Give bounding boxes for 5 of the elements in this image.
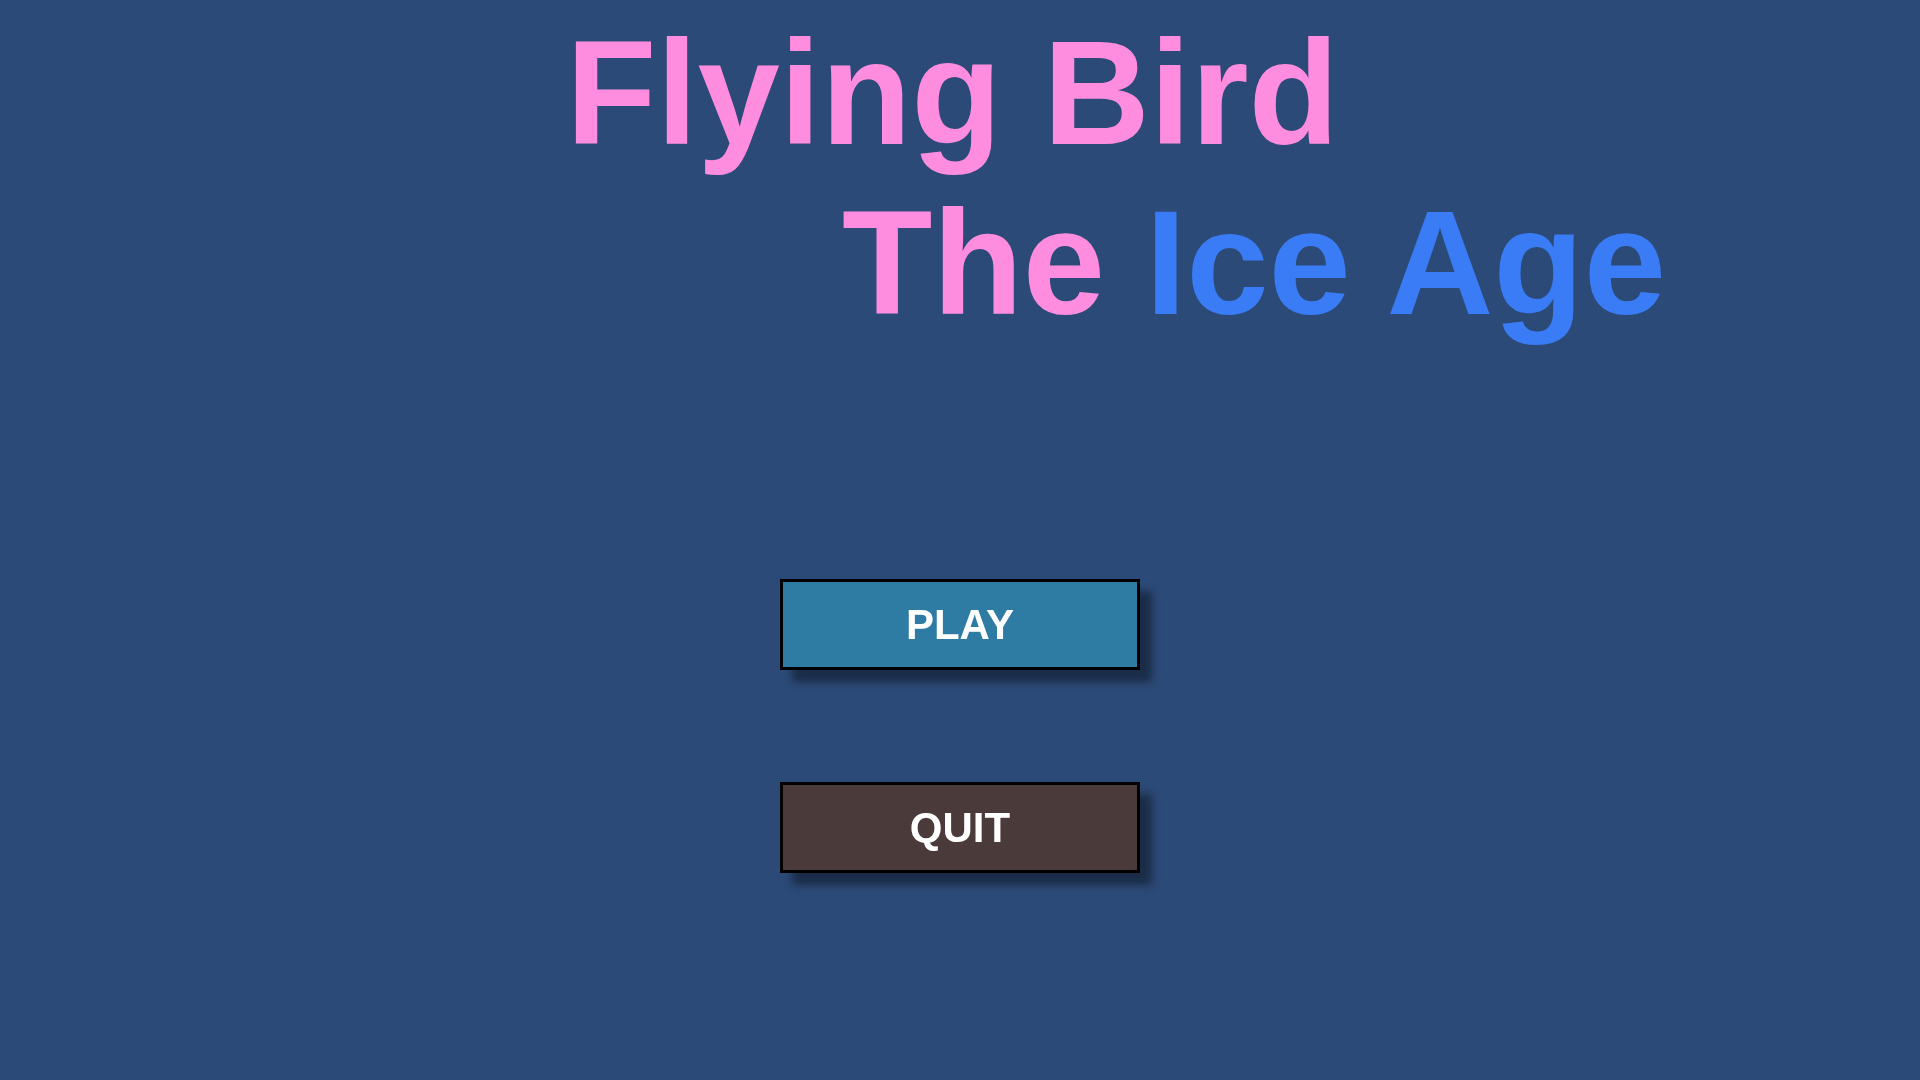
title-text: Ice Age — [1145, 179, 1667, 347]
quit-button[interactable]: QUIT — [780, 782, 1140, 873]
title-text: The — [842, 179, 1106, 347]
title-text: Flying Bird — [566, 9, 1339, 177]
play-button[interactable]: PLAY — [780, 579, 1140, 670]
